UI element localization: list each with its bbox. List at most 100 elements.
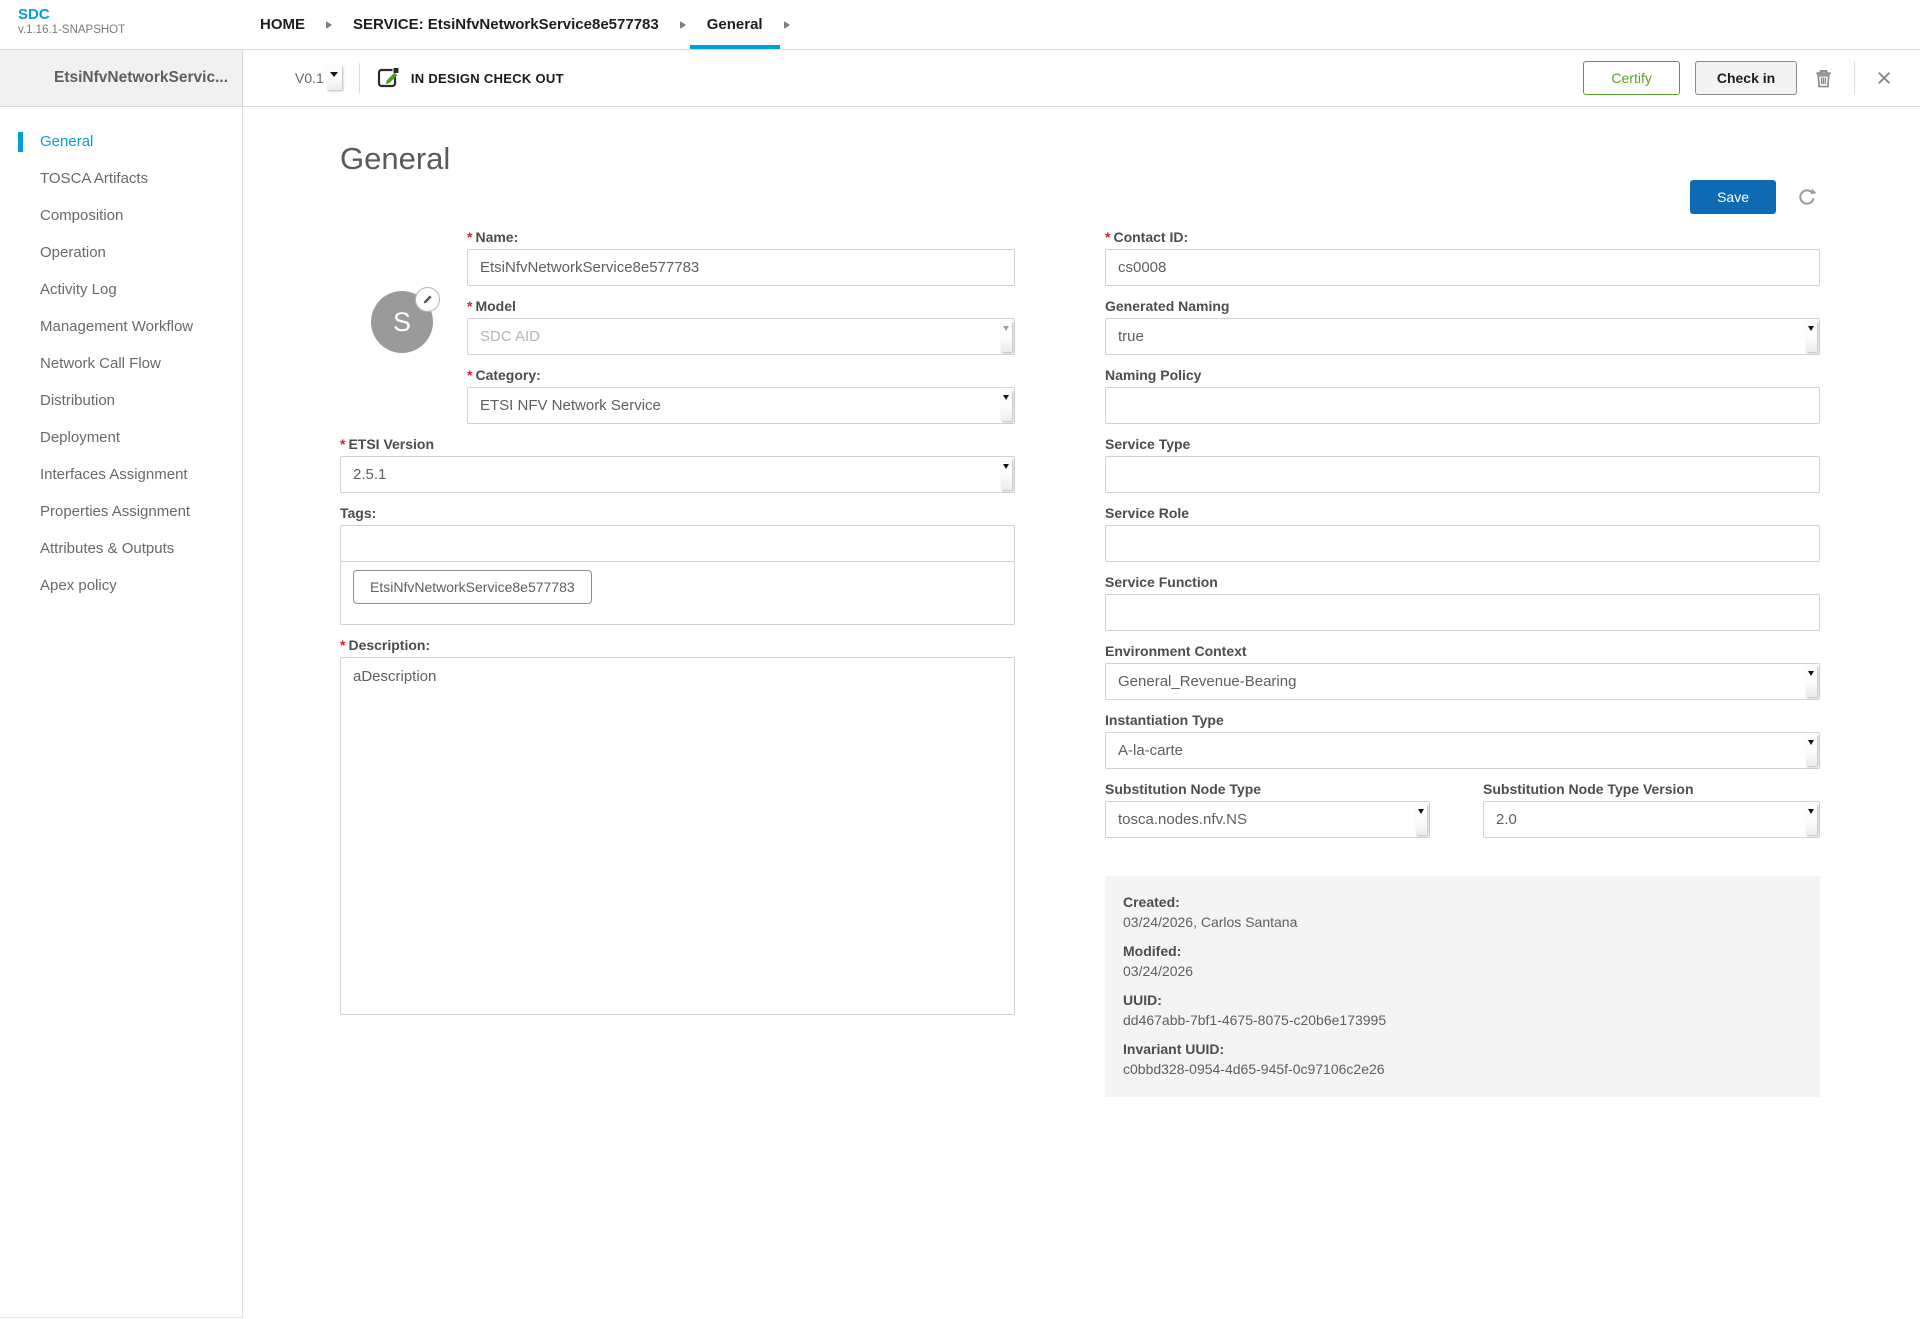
generated-naming-label: Generated Naming <box>1105 298 1820 314</box>
pencil-icon <box>422 294 433 305</box>
naming-policy-label: Naming Policy <box>1105 367 1820 383</box>
required-marker: * <box>467 229 472 245</box>
sidebar-item-operation[interactable]: Operation <box>0 234 242 271</box>
dropdown-icon <box>1001 321 1012 352</box>
sdc-logo-title: SDC <box>18 7 243 23</box>
required-marker: * <box>467 298 472 314</box>
tags-input[interactable] <box>340 525 1015 562</box>
required-marker: * <box>340 637 345 653</box>
service-role-input[interactable] <box>1105 525 1820 562</box>
sdc-logo-version: v.1.16.1-SNAPSHOT <box>18 23 243 37</box>
metadata-panel: Created: 03/24/2026, Carlos Santana Modi… <box>1105 876 1820 1097</box>
toolbar-actions: Certify Check in × <box>1583 61 1920 95</box>
sidebar-item-tosca-artifacts[interactable]: TOSCA Artifacts <box>0 160 242 197</box>
sidebar-item-deployment[interactable]: Deployment <box>0 419 242 456</box>
workspace-toolbar: EtsiNfvNetworkServic... V0.1 IN DESIGN C… <box>0 50 1920 107</box>
version-label: V0.1 <box>295 70 324 86</box>
revert-button[interactable] <box>1794 184 1820 210</box>
environment-context-label: Environment Context <box>1105 643 1820 659</box>
description-textarea[interactable]: aDescription <box>340 657 1015 1015</box>
top-header: SDC v.1.16.1-SNAPSHOT HOME SERVICE: Etsi… <box>0 0 1920 50</box>
model-select[interactable]: SDC AID <box>467 318 1015 355</box>
sdc-logo[interactable]: SDC v.1.16.1-SNAPSHOT <box>0 0 243 49</box>
service-type-input[interactable] <box>1105 456 1820 493</box>
sidebar-item-management-workflow[interactable]: Management Workflow <box>0 308 242 345</box>
sidebar-item-interfaces-assignment[interactable]: Interfaces Assignment <box>0 456 242 493</box>
dropdown-icon <box>1001 459 1012 490</box>
substitution-node-type-version-select[interactable]: 2.0 <box>1483 801 1820 838</box>
sidebar-item-label: TOSCA Artifacts <box>40 170 148 187</box>
check-in-button[interactable]: Check in <box>1695 61 1797 95</box>
certify-button[interactable]: Certify <box>1583 61 1679 95</box>
modified-value: 03/24/2026 <box>1123 963 1802 979</box>
naming-policy-input[interactable] <box>1105 387 1820 424</box>
etsi-version-label: *ETSI Version <box>340 436 1015 452</box>
close-button[interactable]: × <box>1874 66 1894 90</box>
breadcrumb-service[interactable]: SERVICE: EtsiNfvNetworkService8e577783 <box>336 0 676 49</box>
required-marker: * <box>467 367 472 383</box>
substitution-node-type-select-value: tosca.nodes.nfv.NS <box>1118 811 1247 828</box>
trash-icon <box>1814 77 1833 92</box>
environment-context-select[interactable]: General_Revenue-Bearing <box>1105 663 1820 700</box>
checkout-edit-icon <box>375 65 401 91</box>
version-selector[interactable]: V0.1 <box>295 66 342 90</box>
dropdown-icon <box>1806 321 1817 352</box>
service-function-input[interactable] <box>1105 594 1820 631</box>
substitution-node-type-select[interactable]: tosca.nodes.nfv.NS <box>1105 801 1430 838</box>
tag-chip[interactable]: EtsiNfvNetworkService8e577783 <box>353 570 592 604</box>
avatar-letter: S <box>393 307 411 338</box>
sidebar-item-label: Activity Log <box>40 281 117 298</box>
generated-naming-select[interactable]: true <box>1105 318 1820 355</box>
uuid-value: dd467abb-7bf1-4675-8075-c20b6e173995 <box>1123 1012 1802 1028</box>
etsi-version-select-value: 2.5.1 <box>353 466 386 483</box>
sidebar-item-activity-log[interactable]: Activity Log <box>0 271 242 308</box>
sidebar-item-label: Operation <box>40 244 106 261</box>
breadcrumb: HOME SERVICE: EtsiNfvNetworkService8e577… <box>243 0 794 49</box>
sidebar-item-apex-policy[interactable]: Apex policy <box>0 567 242 604</box>
sidebar-item-distribution[interactable]: Distribution <box>0 382 242 419</box>
sidebar-item-general[interactable]: General <box>0 123 242 160</box>
etsi-version-select[interactable]: 2.5.1 <box>340 456 1015 493</box>
model-select-value: SDC AID <box>480 328 540 345</box>
sidebar-item-label: Properties Assignment <box>40 503 190 520</box>
sidebar-item-properties-assignment[interactable]: Properties Assignment <box>0 493 242 530</box>
contact-id-label: *Contact ID: <box>1105 229 1820 245</box>
save-button[interactable]: Save <box>1690 180 1776 214</box>
service-type-label: Service Type <box>1105 436 1820 452</box>
breadcrumb-home[interactable]: HOME <box>243 0 322 49</box>
sidebar-item-label: Network Call Flow <box>40 355 161 372</box>
instantiation-type-label: Instantiation Type <box>1105 712 1820 728</box>
created-value: 03/24/2026, Carlos Santana <box>1123 914 1802 930</box>
breadcrumb-general-active[interactable]: General <box>690 0 780 49</box>
sidebar-item-attributes-outputs[interactable]: Attributes & Outputs <box>0 530 242 567</box>
uuid-label: UUID: <box>1123 992 1802 1008</box>
version-dropdown-icon <box>327 66 342 90</box>
contact-id-input[interactable] <box>1105 249 1820 286</box>
checkout-status: IN DESIGN CHECK OUT <box>375 65 564 91</box>
dropdown-icon <box>1001 390 1012 421</box>
description-label: *Description: <box>340 637 1015 653</box>
general-page: General Save S <box>243 107 1920 1318</box>
substitution-node-type-version-label: Substitution Node Type Version <box>1483 781 1820 797</box>
tags-container: EtsiNfvNetworkService8e577783 <box>340 561 1015 625</box>
category-select-value: ETSI NFV Network Service <box>480 397 661 414</box>
category-select[interactable]: ETSI NFV Network Service <box>467 387 1015 424</box>
breadcrumb-separator-icon <box>326 21 332 29</box>
environment-context-select-value: General_Revenue-Bearing <box>1118 673 1296 690</box>
sidebar-item-label: Apex policy <box>40 577 117 594</box>
service-function-label: Service Function <box>1105 574 1820 590</box>
sidebar-item-composition[interactable]: Composition <box>0 197 242 234</box>
substitution-node-type-version-select-value: 2.0 <box>1496 811 1517 828</box>
invariant-uuid-label: Invariant UUID: <box>1123 1041 1802 1057</box>
sidebar-item-network-call-flow[interactable]: Network Call Flow <box>0 345 242 382</box>
substitution-node-type-label: Substitution Node Type <box>1105 781 1430 797</box>
model-label: *Model <box>467 298 1015 314</box>
instantiation-type-select[interactable]: A-la-carte <box>1105 732 1820 769</box>
tags-label: Tags: <box>340 505 1015 521</box>
toolbar-divider <box>1854 61 1855 95</box>
delete-button[interactable] <box>1812 65 1835 91</box>
service-avatar: S <box>371 291 433 353</box>
edit-avatar-button[interactable] <box>415 287 440 312</box>
name-input[interactable] <box>467 249 1015 286</box>
created-label: Created: <box>1123 894 1802 910</box>
